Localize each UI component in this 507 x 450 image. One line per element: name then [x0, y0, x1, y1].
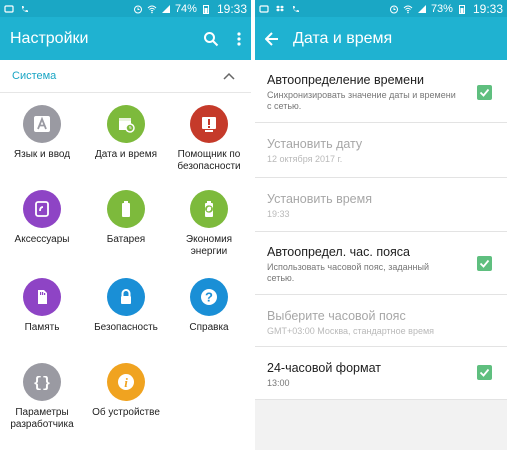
battery-percent: 74%	[174, 2, 197, 15]
battery-percent: 73%	[430, 2, 453, 15]
grid-item-help[interactable]: ? Справка	[167, 278, 251, 334]
notification-icon	[4, 4, 14, 13]
item-label: Помощник по безопасности	[177, 149, 241, 172]
item-label: Память	[24, 322, 60, 333]
status-bar: 74% 19:33	[0, 0, 251, 17]
safety-assistant-icon	[190, 105, 228, 143]
app-bar: Дата и время	[255, 17, 507, 60]
item-label: Безопасность	[94, 322, 158, 333]
status-time: 19:33	[216, 1, 247, 16]
row-auto-timezone[interactable]: Автоопредел. час. пояса Использовать час…	[255, 232, 507, 295]
item-label: Батарея	[106, 234, 146, 245]
auto-timezone-checkbox[interactable]	[477, 256, 492, 271]
row-subtitle: 12 октября 2017 г.	[267, 154, 343, 164]
check-icon	[479, 368, 490, 377]
row-title: Выберите часовой пояс	[267, 309, 406, 323]
accessories-icon	[23, 190, 61, 228]
search-icon[interactable]	[203, 31, 219, 47]
grid-item-safety-assistant[interactable]: Помощник по безопасности	[167, 105, 251, 173]
missed-call-icon	[22, 5, 28, 12]
info-icon: i	[107, 363, 145, 401]
item-label: Язык и ввод	[13, 149, 71, 160]
grid-item-security[interactable]: Безопасность	[84, 278, 168, 334]
help-icon: ?	[190, 278, 228, 316]
grid-item-accessories[interactable]: Аксессуары	[0, 190, 84, 246]
svg-text:{}: {}	[33, 375, 51, 392]
item-label: Об устройстве	[92, 407, 160, 418]
grid-item-about-device[interactable]: i Об устройстве	[84, 363, 168, 419]
row-title: 24-часовой формат	[267, 361, 381, 375]
grid-item-language[interactable]: Язык и ввод	[0, 105, 84, 161]
item-label: Дата и время	[94, 149, 157, 160]
row-auto-time[interactable]: Автоопределение времени Синхронизировать…	[255, 60, 507, 123]
memory-card-icon	[23, 278, 61, 316]
check-icon	[479, 88, 490, 97]
section-header[interactable]: Система	[0, 60, 251, 93]
settings-grid: Язык и ввод Дата и время Помощник по без…	[0, 93, 251, 450]
svg-text:i: i	[124, 375, 128, 390]
app-bar: Настройки	[0, 17, 251, 60]
notification-icon	[259, 4, 269, 13]
svg-text:?: ?	[205, 290, 213, 305]
row-subtitle: GMT+03:00 Москва, стандартное время	[267, 326, 435, 336]
missed-call-icon	[293, 5, 299, 12]
power-saving-icon	[190, 190, 228, 228]
auto-time-checkbox[interactable]	[477, 85, 492, 100]
battery-icon	[107, 190, 145, 228]
chevron-up-icon[interactable]	[223, 72, 235, 80]
row-set-date[interactable]: Установить дату 12 октября 2017 г.	[255, 123, 507, 178]
signal-icon	[161, 4, 170, 13]
grid-item-battery[interactable]: Батарея	[84, 190, 168, 246]
item-label: Параметры разработчика	[10, 407, 74, 430]
row-subtitle: 19:33	[267, 209, 290, 219]
section-title: Система	[12, 70, 57, 82]
row-subtitle: 13:00	[267, 378, 290, 388]
more-options-icon[interactable]	[237, 31, 241, 47]
grid-item-power-saving[interactable]: Экономия энергии	[167, 190, 251, 258]
wifi-icon	[147, 5, 157, 13]
lock-icon	[107, 278, 145, 316]
language-icon	[23, 105, 61, 143]
screens: 74% 19:33 Настройки Система Язык и ввод	[0, 0, 507, 450]
back-arrow-icon[interactable]	[265, 31, 279, 46]
settings-screen: 74% 19:33 Настройки Система Язык и ввод	[0, 0, 251, 450]
row-title: Автоопредел. час. пояса	[267, 245, 411, 259]
row-24-hour-format[interactable]: 24-часовой формат 13:00	[255, 347, 507, 400]
developer-braces-icon: {}	[23, 363, 61, 401]
row-title: Установить время	[267, 192, 372, 206]
status-bar: 73% 19:33	[255, 0, 507, 17]
dropbox-icon	[276, 5, 284, 11]
page-title: Дата и время	[293, 29, 393, 47]
item-label: Аксессуары	[14, 234, 70, 245]
grid-item-memory[interactable]: Память	[0, 278, 84, 334]
row-subtitle: Использовать часовой пояс, заданный сеть…	[267, 262, 430, 283]
item-label: Справка	[189, 322, 229, 333]
signal-icon	[417, 4, 426, 13]
row-subtitle: Синхронизировать значение даты и времени…	[267, 90, 456, 111]
24-hour-format-checkbox[interactable]	[477, 365, 492, 380]
grid-item-date-time[interactable]: Дата и время	[84, 105, 168, 161]
row-title: Автоопределение времени	[267, 73, 424, 87]
date-time-screen: 73% 19:33 Дата и время Автоопределение в…	[255, 0, 507, 450]
battery-status-icon	[202, 4, 209, 14]
item-label: Экономия энергии	[185, 234, 233, 257]
check-icon	[479, 259, 490, 268]
row-title: Установить дату	[267, 137, 363, 151]
alarm-icon	[389, 5, 398, 13]
grid-item-developer-options[interactable]: {} Параметры разработчика	[0, 363, 84, 431]
row-set-time[interactable]: Установить время 19:33	[255, 178, 507, 232]
battery-status-icon	[458, 4, 465, 14]
settings-list: Автоопределение времени Синхронизировать…	[255, 60, 507, 400]
alarm-icon	[133, 5, 142, 13]
page-title: Настройки	[10, 29, 89, 47]
wifi-icon	[403, 5, 413, 13]
status-time: 19:33	[472, 1, 503, 16]
row-select-timezone[interactable]: Выберите часовой пояс GMT+03:00 Москва, …	[255, 295, 507, 347]
calendar-clock-icon	[107, 105, 145, 143]
